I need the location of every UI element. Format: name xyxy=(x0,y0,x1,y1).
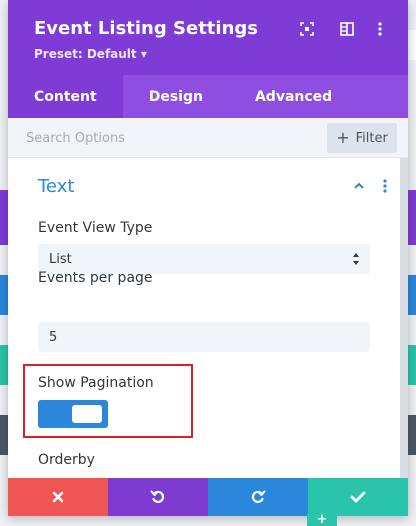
discard-button[interactable] xyxy=(8,478,108,516)
sidebar-toggle-icon[interactable] xyxy=(337,19,357,39)
event-view-type-value: List xyxy=(49,251,72,267)
preset-dropdown[interactable]: Preset: Default ▾ xyxy=(34,47,147,61)
undo-icon xyxy=(150,490,165,504)
chevron-down-icon: ▾ xyxy=(140,47,147,61)
add-module-button[interactable]: + xyxy=(307,512,337,526)
orderby-label: Orderby xyxy=(38,452,95,468)
chevron-up-icon[interactable] xyxy=(351,178,367,194)
modal-header[interactable]: Event Listing Settings Preset: Default ▾ xyxy=(8,0,408,75)
screen-reset-icon[interactable] xyxy=(297,19,317,39)
modal-title: Event Listing Settings xyxy=(34,18,258,39)
events-per-page-input[interactable]: 5 xyxy=(38,322,370,352)
undo-button[interactable] xyxy=(108,478,208,516)
tab-design[interactable]: Design xyxy=(123,75,229,118)
options-content: Text Event View Type List Events per pag… xyxy=(8,158,408,478)
toggle-knob xyxy=(72,405,102,423)
redo-button[interactable] xyxy=(208,478,308,516)
tab-content[interactable]: Content xyxy=(8,75,123,118)
section-more-icon[interactable] xyxy=(377,178,393,194)
preset-label: Preset: Default xyxy=(34,47,137,61)
tab-advanced[interactable]: Advanced xyxy=(229,75,358,118)
check-icon xyxy=(350,491,366,503)
filter-label: Filter xyxy=(355,130,388,146)
events-per-page-label: Events per page xyxy=(38,270,153,286)
scrollbar[interactable] xyxy=(400,158,408,478)
event-view-type-label: Event View Type xyxy=(38,220,153,236)
show-pagination-toggle[interactable] xyxy=(38,400,108,428)
redo-icon xyxy=(251,490,266,504)
settings-modal: Event Listing Settings Preset: Default ▾ xyxy=(8,0,408,516)
section-title[interactable]: Text xyxy=(38,176,74,197)
plus-icon: + xyxy=(336,128,350,147)
show-pagination-label: Show Pagination xyxy=(38,375,154,391)
select-arrows-icon xyxy=(353,253,359,265)
search-bar: + Filter xyxy=(8,118,408,158)
search-input[interactable] xyxy=(26,126,316,150)
tab-bar: Content Design Advanced xyxy=(8,75,408,118)
filter-button[interactable]: + Filter xyxy=(327,123,397,153)
close-icon xyxy=(52,491,64,503)
modal-footer xyxy=(8,478,408,516)
save-button[interactable] xyxy=(308,478,408,516)
more-vertical-icon[interactable] xyxy=(370,19,390,39)
